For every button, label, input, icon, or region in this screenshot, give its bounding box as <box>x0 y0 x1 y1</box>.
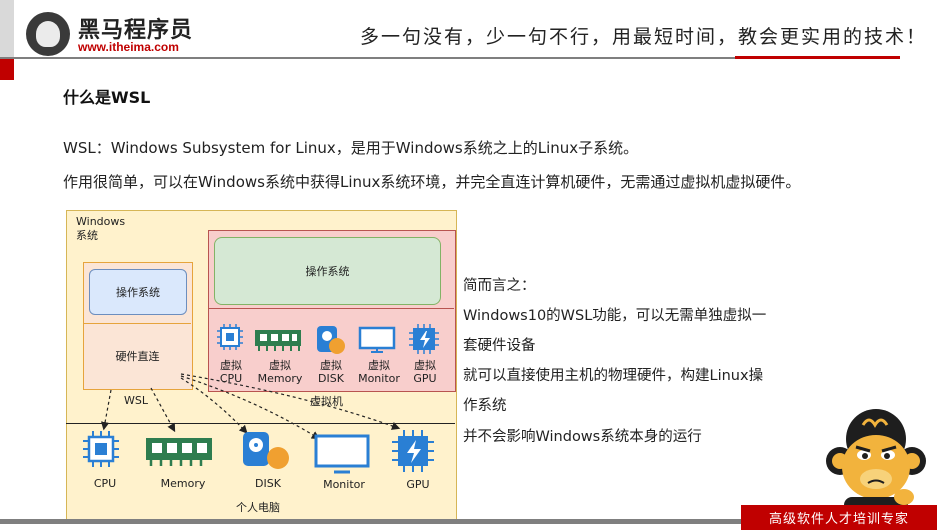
note-line-3: 就可以直接使用主机的物理硬件，构建Linux操 <box>463 368 764 384</box>
vm-os-box: 操作系统 <box>214 237 441 305</box>
physical-hardware-icons <box>83 430 434 474</box>
footer-tagline: 高级软件人才培训专家 <box>741 505 937 530</box>
personal-computer-label: 个人电脑 <box>236 501 280 514</box>
note-line-2: 套硬件设备 <box>463 338 536 354</box>
physical-gpu-label: GPU <box>406 478 430 491</box>
physical-cpu-label: CPU <box>93 477 117 490</box>
note-line-5: 并不会影响Windows系统本身的运行 <box>463 429 702 445</box>
physical-disk-label: DISK <box>255 477 281 490</box>
wsl-os-box: 操作系统 <box>89 269 187 315</box>
physical-disk-icon <box>243 432 289 469</box>
logo-url: www.itheima.com <box>78 40 179 54</box>
physical-hardware-separator <box>66 423 455 424</box>
header-divider-accent <box>735 56 900 59</box>
mascot-monkey-icon <box>826 409 926 517</box>
logo-icon <box>26 12 70 56</box>
physical-monitor-icon <box>314 434 370 474</box>
physical-gpu-icon <box>392 430 434 472</box>
arrow-to-gpu <box>180 373 401 430</box>
page-title: 什么是WSL <box>63 88 151 107</box>
physical-memory-label: Memory <box>160 477 206 490</box>
physical-cpu-icon <box>83 431 119 467</box>
left-red-accent <box>0 58 14 80</box>
paragraph-definition: WSL：Windows Subsystem for Linux，是用于Windo… <box>63 139 639 157</box>
physical-monitor-label: Monitor <box>323 478 365 491</box>
windows-system-label: Windows 系统 <box>76 215 125 243</box>
vm-divider <box>209 308 454 309</box>
slogan: 多一句没有，少一句不行，用最短时间，教会更实用的技术！ <box>360 26 928 48</box>
note-line-4: 作系统 <box>463 398 507 414</box>
wsl-divider <box>84 323 191 324</box>
virtual-hardware-icons <box>217 324 439 354</box>
virtual-disk-icon <box>317 326 345 354</box>
virtual-gpu-icon <box>409 324 439 354</box>
virtual-cpu-icon <box>217 324 243 350</box>
physical-memory-icon <box>146 438 212 466</box>
paragraph-purpose: 作用很简单，可以在Windows系统中获得Linux系统环境，并完全直连计算机硬… <box>63 173 801 191</box>
virtual-memory-icon <box>255 330 301 351</box>
virtual-monitor-icon <box>358 326 396 353</box>
windows-label-line2: 系统 <box>76 229 98 242</box>
note-line-1: Windows10的WSL功能，可以无需单独虚拟一 <box>463 308 767 324</box>
note-summary-heading: 简而言之： <box>463 278 536 294</box>
windows-label-line1: Windows <box>76 215 126 228</box>
